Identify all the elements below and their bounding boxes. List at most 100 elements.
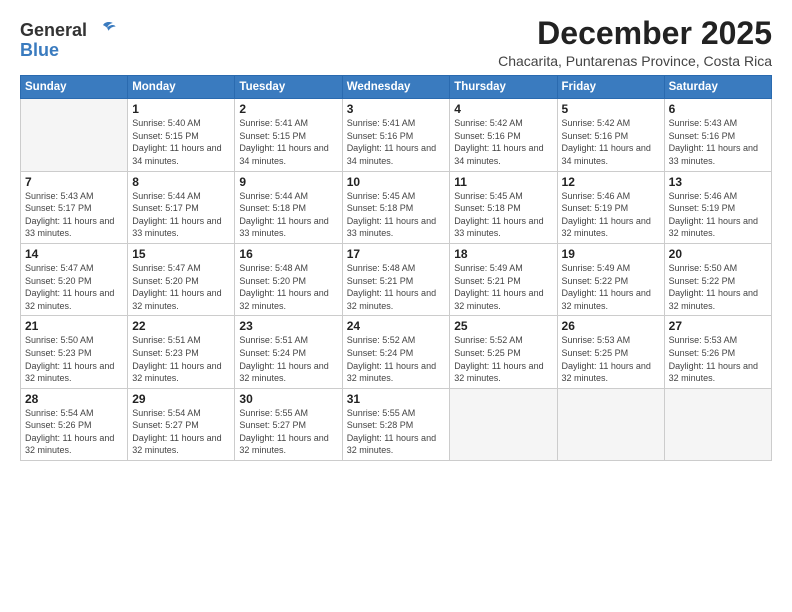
day-number: 10: [347, 175, 446, 189]
day-number: 1: [132, 102, 230, 116]
calendar-cell: [664, 388, 771, 460]
page: General Blue December 2025 Chacarita, Pu…: [0, 0, 792, 612]
calendar-cell: 29Sunrise: 5:54 AMSunset: 5:27 PMDayligh…: [128, 388, 235, 460]
day-number: 12: [562, 175, 660, 189]
day-number: 7: [25, 175, 123, 189]
calendar-cell: 13Sunrise: 5:46 AMSunset: 5:19 PMDayligh…: [664, 171, 771, 243]
day-info: Sunrise: 5:52 AMSunset: 5:24 PMDaylight:…: [347, 334, 446, 384]
calendar-cell: 24Sunrise: 5:52 AMSunset: 5:24 PMDayligh…: [342, 316, 450, 388]
day-info: Sunrise: 5:49 AMSunset: 5:21 PMDaylight:…: [454, 262, 552, 312]
day-info: Sunrise: 5:40 AMSunset: 5:15 PMDaylight:…: [132, 117, 230, 167]
calendar-cell: 26Sunrise: 5:53 AMSunset: 5:25 PMDayligh…: [557, 316, 664, 388]
calendar-cell: 30Sunrise: 5:55 AMSunset: 5:27 PMDayligh…: [235, 388, 342, 460]
title-block: December 2025 Chacarita, Puntarenas Prov…: [498, 16, 772, 69]
calendar-cell: 28Sunrise: 5:54 AMSunset: 5:26 PMDayligh…: [21, 388, 128, 460]
day-number: 18: [454, 247, 552, 261]
day-number: 5: [562, 102, 660, 116]
day-number: 31: [347, 392, 446, 406]
calendar-cell: 31Sunrise: 5:55 AMSunset: 5:28 PMDayligh…: [342, 388, 450, 460]
calendar-cell: 19Sunrise: 5:49 AMSunset: 5:22 PMDayligh…: [557, 243, 664, 315]
day-number: 20: [669, 247, 767, 261]
calendar-cell: 22Sunrise: 5:51 AMSunset: 5:23 PMDayligh…: [128, 316, 235, 388]
calendar-cell: 9Sunrise: 5:44 AMSunset: 5:18 PMDaylight…: [235, 171, 342, 243]
day-info: Sunrise: 5:44 AMSunset: 5:18 PMDaylight:…: [239, 190, 337, 240]
calendar-cell: 25Sunrise: 5:52 AMSunset: 5:25 PMDayligh…: [450, 316, 557, 388]
calendar-table: Sunday Monday Tuesday Wednesday Thursday…: [20, 75, 772, 461]
day-info: Sunrise: 5:54 AMSunset: 5:27 PMDaylight:…: [132, 407, 230, 457]
calendar-cell: 15Sunrise: 5:47 AMSunset: 5:20 PMDayligh…: [128, 243, 235, 315]
calendar-cell: 10Sunrise: 5:45 AMSunset: 5:18 PMDayligh…: [342, 171, 450, 243]
calendar-cell: 23Sunrise: 5:51 AMSunset: 5:24 PMDayligh…: [235, 316, 342, 388]
calendar-cell: 14Sunrise: 5:47 AMSunset: 5:20 PMDayligh…: [21, 243, 128, 315]
col-thursday: Thursday: [450, 76, 557, 99]
day-info: Sunrise: 5:45 AMSunset: 5:18 PMDaylight:…: [454, 190, 552, 240]
day-number: 28: [25, 392, 123, 406]
calendar-cell: 21Sunrise: 5:50 AMSunset: 5:23 PMDayligh…: [21, 316, 128, 388]
day-info: Sunrise: 5:42 AMSunset: 5:16 PMDaylight:…: [454, 117, 552, 167]
calendar-cell: 3Sunrise: 5:41 AMSunset: 5:16 PMDaylight…: [342, 99, 450, 171]
day-number: 9: [239, 175, 337, 189]
logo: General Blue: [20, 16, 117, 61]
day-number: 16: [239, 247, 337, 261]
day-info: Sunrise: 5:50 AMSunset: 5:22 PMDaylight:…: [669, 262, 767, 312]
day-info: Sunrise: 5:46 AMSunset: 5:19 PMDaylight:…: [562, 190, 660, 240]
calendar-header-row: Sunday Monday Tuesday Wednesday Thursday…: [21, 76, 772, 99]
calendar-cell: 5Sunrise: 5:42 AMSunset: 5:16 PMDaylight…: [557, 99, 664, 171]
day-info: Sunrise: 5:43 AMSunset: 5:16 PMDaylight:…: [669, 117, 767, 167]
calendar-cell: [557, 388, 664, 460]
logo-text: General Blue: [20, 16, 117, 61]
calendar-cell: 20Sunrise: 5:50 AMSunset: 5:22 PMDayligh…: [664, 243, 771, 315]
day-info: Sunrise: 5:53 AMSunset: 5:25 PMDaylight:…: [562, 334, 660, 384]
day-number: 24: [347, 319, 446, 333]
calendar-cell: 27Sunrise: 5:53 AMSunset: 5:26 PMDayligh…: [664, 316, 771, 388]
col-friday: Friday: [557, 76, 664, 99]
calendar-week-row: 1Sunrise: 5:40 AMSunset: 5:15 PMDaylight…: [21, 99, 772, 171]
day-info: Sunrise: 5:47 AMSunset: 5:20 PMDaylight:…: [132, 262, 230, 312]
month-title: December 2025: [498, 16, 772, 51]
day-number: 30: [239, 392, 337, 406]
logo-blue: Blue: [20, 40, 117, 61]
day-number: 17: [347, 247, 446, 261]
col-monday: Monday: [128, 76, 235, 99]
col-wednesday: Wednesday: [342, 76, 450, 99]
calendar-cell: 8Sunrise: 5:44 AMSunset: 5:17 PMDaylight…: [128, 171, 235, 243]
calendar-cell: 2Sunrise: 5:41 AMSunset: 5:15 PMDaylight…: [235, 99, 342, 171]
day-number: 13: [669, 175, 767, 189]
day-info: Sunrise: 5:48 AMSunset: 5:21 PMDaylight:…: [347, 262, 446, 312]
day-number: 23: [239, 319, 337, 333]
day-number: 25: [454, 319, 552, 333]
day-number: 27: [669, 319, 767, 333]
calendar-week-row: 7Sunrise: 5:43 AMSunset: 5:17 PMDaylight…: [21, 171, 772, 243]
day-info: Sunrise: 5:44 AMSunset: 5:17 PMDaylight:…: [132, 190, 230, 240]
calendar-cell: 1Sunrise: 5:40 AMSunset: 5:15 PMDaylight…: [128, 99, 235, 171]
calendar-cell: 7Sunrise: 5:43 AMSunset: 5:17 PMDaylight…: [21, 171, 128, 243]
calendar-cell: 17Sunrise: 5:48 AMSunset: 5:21 PMDayligh…: [342, 243, 450, 315]
day-info: Sunrise: 5:53 AMSunset: 5:26 PMDaylight:…: [669, 334, 767, 384]
calendar-cell: 16Sunrise: 5:48 AMSunset: 5:20 PMDayligh…: [235, 243, 342, 315]
calendar-cell: [450, 388, 557, 460]
day-number: 29: [132, 392, 230, 406]
day-info: Sunrise: 5:45 AMSunset: 5:18 PMDaylight:…: [347, 190, 446, 240]
day-number: 2: [239, 102, 337, 116]
header: General Blue December 2025 Chacarita, Pu…: [20, 16, 772, 69]
calendar-week-row: 14Sunrise: 5:47 AMSunset: 5:20 PMDayligh…: [21, 243, 772, 315]
day-info: Sunrise: 5:54 AMSunset: 5:26 PMDaylight:…: [25, 407, 123, 457]
day-info: Sunrise: 5:41 AMSunset: 5:15 PMDaylight:…: [239, 117, 337, 167]
day-number: 22: [132, 319, 230, 333]
day-info: Sunrise: 5:55 AMSunset: 5:27 PMDaylight:…: [239, 407, 337, 457]
day-info: Sunrise: 5:41 AMSunset: 5:16 PMDaylight:…: [347, 117, 446, 167]
day-info: Sunrise: 5:52 AMSunset: 5:25 PMDaylight:…: [454, 334, 552, 384]
calendar-week-row: 28Sunrise: 5:54 AMSunset: 5:26 PMDayligh…: [21, 388, 772, 460]
day-info: Sunrise: 5:51 AMSunset: 5:24 PMDaylight:…: [239, 334, 337, 384]
calendar-cell: 12Sunrise: 5:46 AMSunset: 5:19 PMDayligh…: [557, 171, 664, 243]
calendar-cell: 18Sunrise: 5:49 AMSunset: 5:21 PMDayligh…: [450, 243, 557, 315]
day-number: 8: [132, 175, 230, 189]
day-info: Sunrise: 5:51 AMSunset: 5:23 PMDaylight:…: [132, 334, 230, 384]
calendar-cell: 4Sunrise: 5:42 AMSunset: 5:16 PMDaylight…: [450, 99, 557, 171]
day-info: Sunrise: 5:49 AMSunset: 5:22 PMDaylight:…: [562, 262, 660, 312]
day-info: Sunrise: 5:50 AMSunset: 5:23 PMDaylight:…: [25, 334, 123, 384]
calendar-week-row: 21Sunrise: 5:50 AMSunset: 5:23 PMDayligh…: [21, 316, 772, 388]
day-number: 11: [454, 175, 552, 189]
day-number: 15: [132, 247, 230, 261]
col-saturday: Saturday: [664, 76, 771, 99]
